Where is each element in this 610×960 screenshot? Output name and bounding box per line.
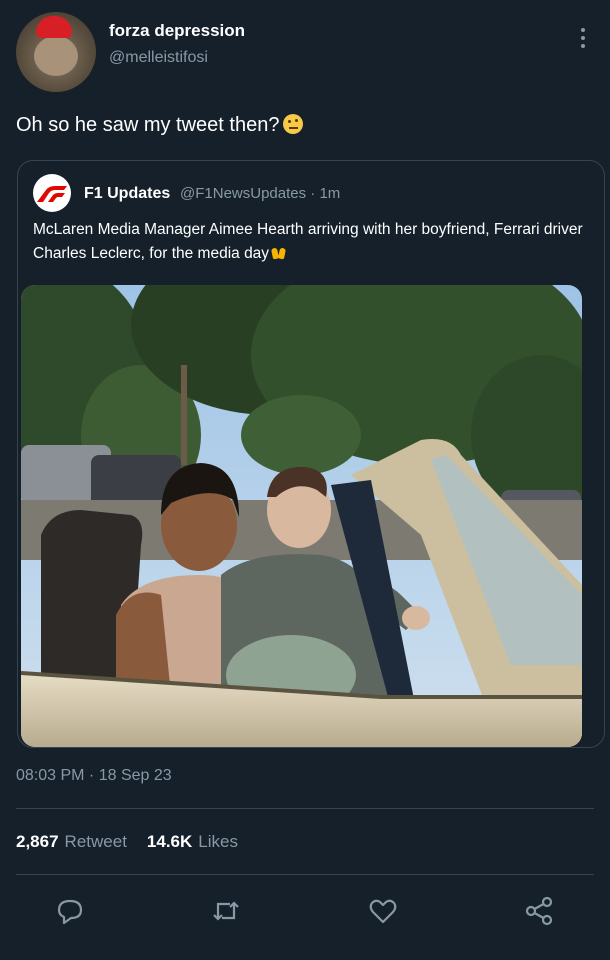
avatar-face — [34, 36, 78, 76]
retweet-icon[interactable] — [209, 894, 243, 928]
tweet-text: Oh so he saw my tweet then? — [16, 114, 304, 137]
likes-count[interactable]: 14.6K — [147, 832, 192, 851]
quoted-text: McLaren Media Manager Aimee Hearth arriv… — [33, 218, 588, 266]
reply-icon[interactable] — [53, 894, 87, 928]
raising-hands-icon — [271, 246, 287, 260]
retweet-count[interactable]: 2,867 — [16, 832, 59, 851]
tweet-timestamp[interactable]: 08:03 PM · 18 Sep 23 — [16, 767, 172, 785]
quoted-body: McLaren Media Manager Aimee Hearth arriv… — [33, 221, 583, 262]
face-with-raised-eyebrow-icon — [283, 114, 304, 134]
like-icon[interactable] — [366, 894, 400, 928]
quoted-handle-time: @F1NewsUpdates · 1m — [180, 185, 341, 202]
avatar-hat — [36, 16, 72, 38]
divider — [16, 808, 594, 809]
tweet-photo[interactable] — [21, 285, 582, 747]
tweet-header: forza depression @melleistifosi — [16, 12, 594, 96]
share-icon[interactable] — [522, 894, 556, 928]
avatar[interactable] — [16, 12, 96, 92]
engagement-stats: 2,867 Retweet 14.6K Likes — [16, 832, 258, 852]
quoted-tweet[interactable]: F1 Updates @F1NewsUpdates · 1m McLaren M… — [17, 160, 605, 748]
more-options-icon[interactable] — [580, 28, 586, 50]
f1-logo-icon — [33, 174, 71, 212]
quoted-display-name[interactable]: F1 Updates — [84, 185, 170, 203]
likes-label[interactable]: Likes — [198, 832, 238, 851]
display-name[interactable]: forza depression — [109, 21, 245, 41]
retweet-label[interactable]: Retweet — [65, 832, 127, 851]
tweet-body: Oh so he saw my tweet then? — [16, 114, 280, 136]
user-handle[interactable]: @melleistifosi — [109, 49, 208, 67]
divider — [16, 874, 594, 875]
